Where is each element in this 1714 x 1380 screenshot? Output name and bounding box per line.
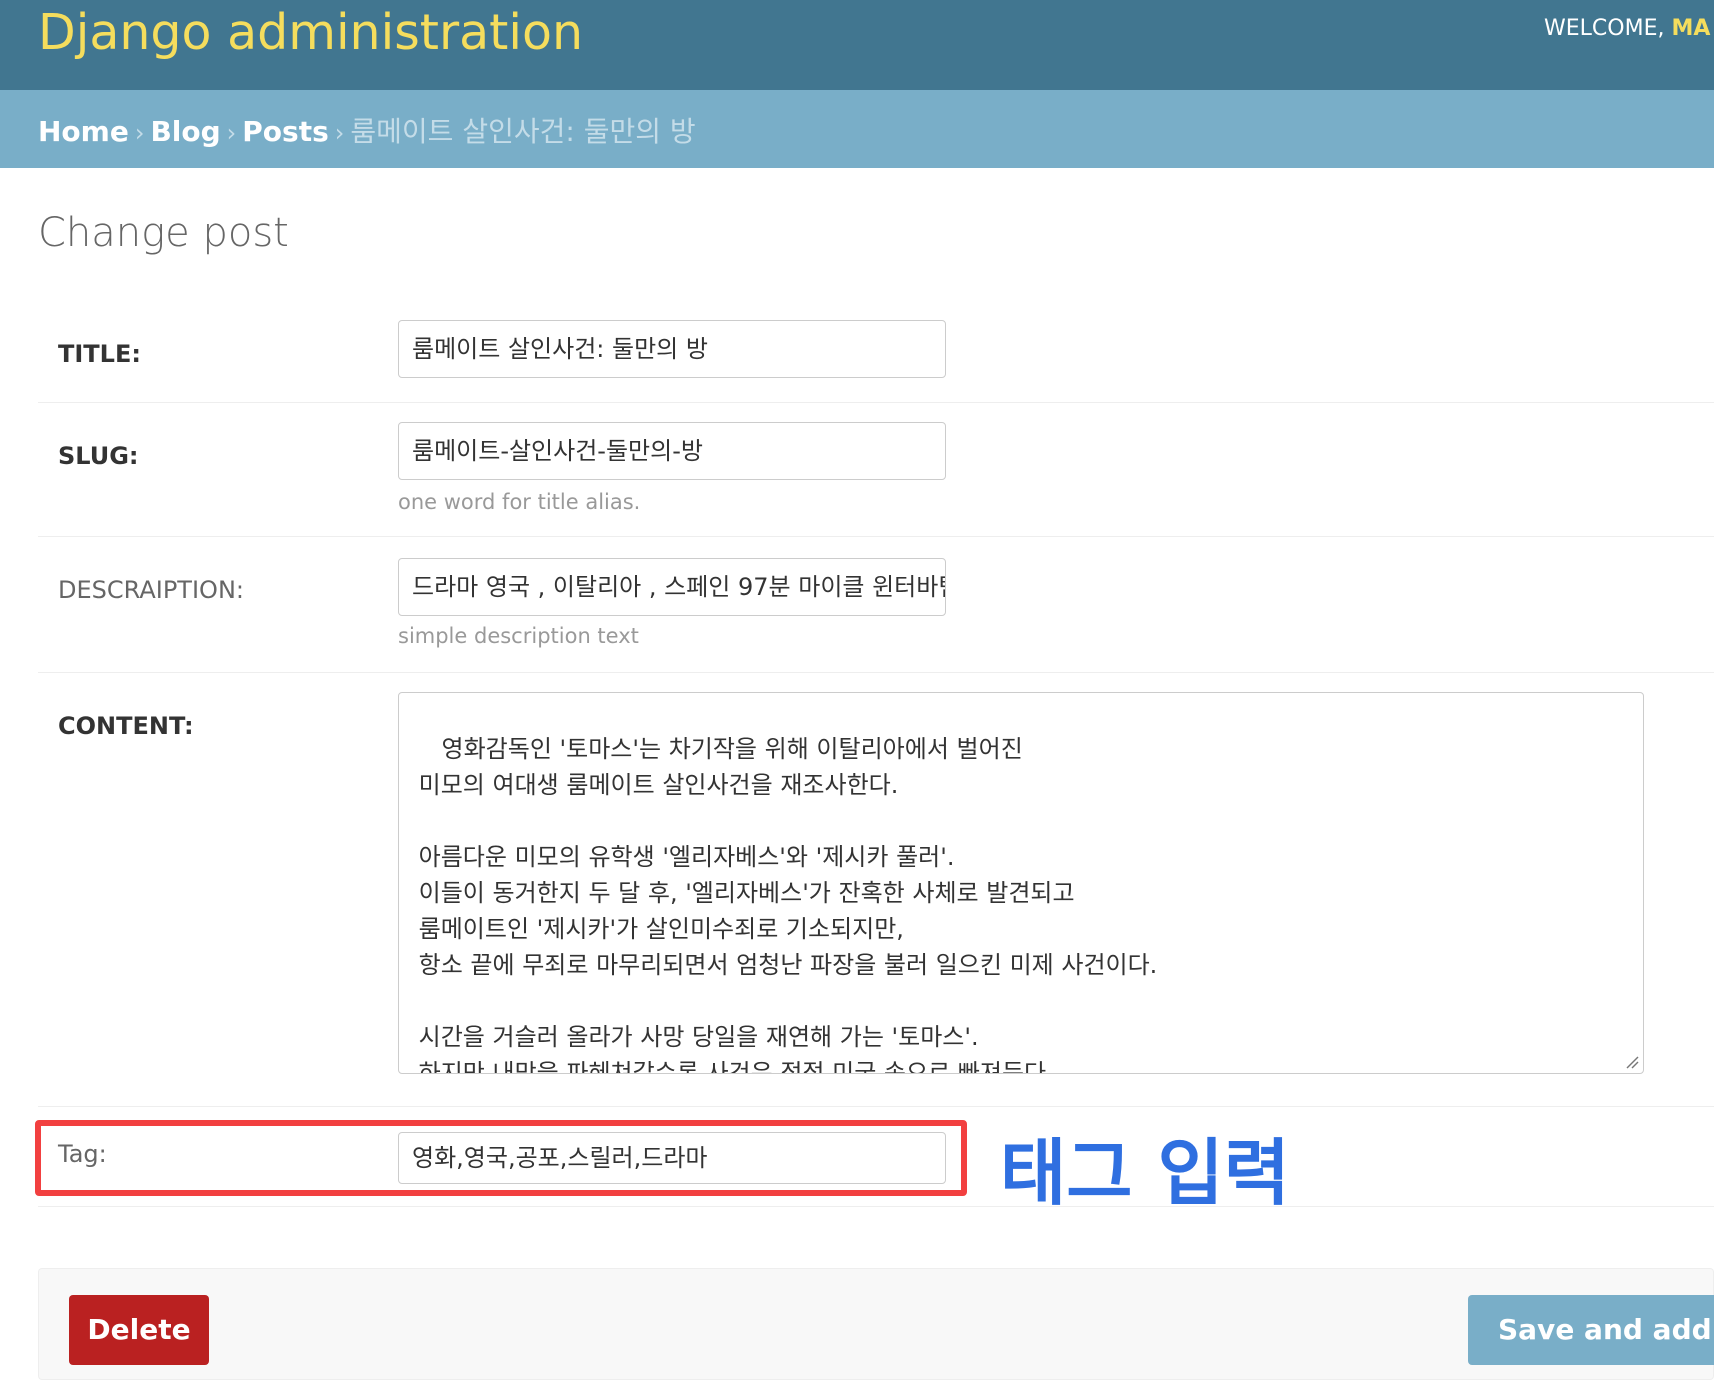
- form-row-title: TITLE: 룸메이트 살인사건: 둘만의 방: [38, 310, 1714, 403]
- handwritten-annotation: 태그 입력: [1000, 1131, 1290, 1215]
- title-input[interactable]: 룸메이트 살인사건: 둘만의 방: [398, 320, 946, 378]
- submit-row: Delete Save and add another: [38, 1268, 1714, 1380]
- welcome-text: WELCOME,: [1544, 16, 1672, 41]
- form-row-content: CONTENT: 영화감독인 '토마스'는 차기작을 위해 이탈리아에서 벌어진…: [38, 672, 1714, 1107]
- breadcrumb-separator: ›: [134, 119, 145, 147]
- breadcrumb-separator: ›: [334, 119, 345, 147]
- annotation-highlight-box: [35, 1120, 967, 1196]
- description-help-text: simple description text: [398, 624, 639, 648]
- site-title[interactable]: Django administration: [38, 4, 583, 61]
- slug-input[interactable]: 룸메이트-살인사건-둘만의-방: [398, 422, 946, 480]
- content-text: 영화감독인 '토마스'는 차기작을 위해 이탈리아에서 벌어진 미모의 여대생 …: [418, 735, 1158, 1074]
- slug-label: SLUG:: [58, 442, 139, 470]
- user-tools: WELCOME, MA: [1544, 16, 1714, 41]
- annotation-text: 태그 입력: [1000, 1131, 1290, 1215]
- save-and-add-another-button[interactable]: Save and add another: [1468, 1295, 1714, 1365]
- username[interactable]: MA: [1671, 16, 1710, 41]
- slug-help-text: one word for title alias.: [398, 490, 641, 514]
- breadcrumb-separator: ›: [226, 119, 237, 147]
- description-input[interactable]: 드라마 영국 , 이탈리아 , 스페인 97분 마이클 윈터바텀: [398, 558, 946, 616]
- breadcrumb-current: 룸메이트 살인사건: 둘만의 방: [350, 115, 696, 148]
- form-row-slug: SLUG: 룸메이트-살인사건-둘만의-방 one word for title…: [38, 402, 1714, 537]
- breadcrumb: Home › Blog › Posts › 룸메이트 살인사건: 둘만의 방: [0, 90, 1714, 168]
- breadcrumb-posts-link[interactable]: Posts: [242, 115, 328, 148]
- title-label: TITLE:: [58, 340, 141, 368]
- content-textarea[interactable]: 영화감독인 '토마스'는 차기작을 위해 이탈리아에서 벌어진 미모의 여대생 …: [398, 692, 1644, 1074]
- breadcrumb-blog-link[interactable]: Blog: [150, 115, 220, 148]
- description-label: DESCRAIPTION:: [58, 576, 244, 604]
- page-title: Change post: [38, 210, 289, 256]
- header-bar: Django administration WELCOME, MA: [0, 0, 1714, 90]
- resize-grip-icon[interactable]: [1625, 1055, 1639, 1069]
- content-label: CONTENT:: [58, 712, 194, 740]
- delete-button[interactable]: Delete: [69, 1295, 209, 1365]
- breadcrumb-home-link[interactable]: Home: [38, 115, 129, 148]
- form-row-description: DESCRAIPTION: 드라마 영국 , 이탈리아 , 스페인 97분 마이…: [38, 536, 1714, 673]
